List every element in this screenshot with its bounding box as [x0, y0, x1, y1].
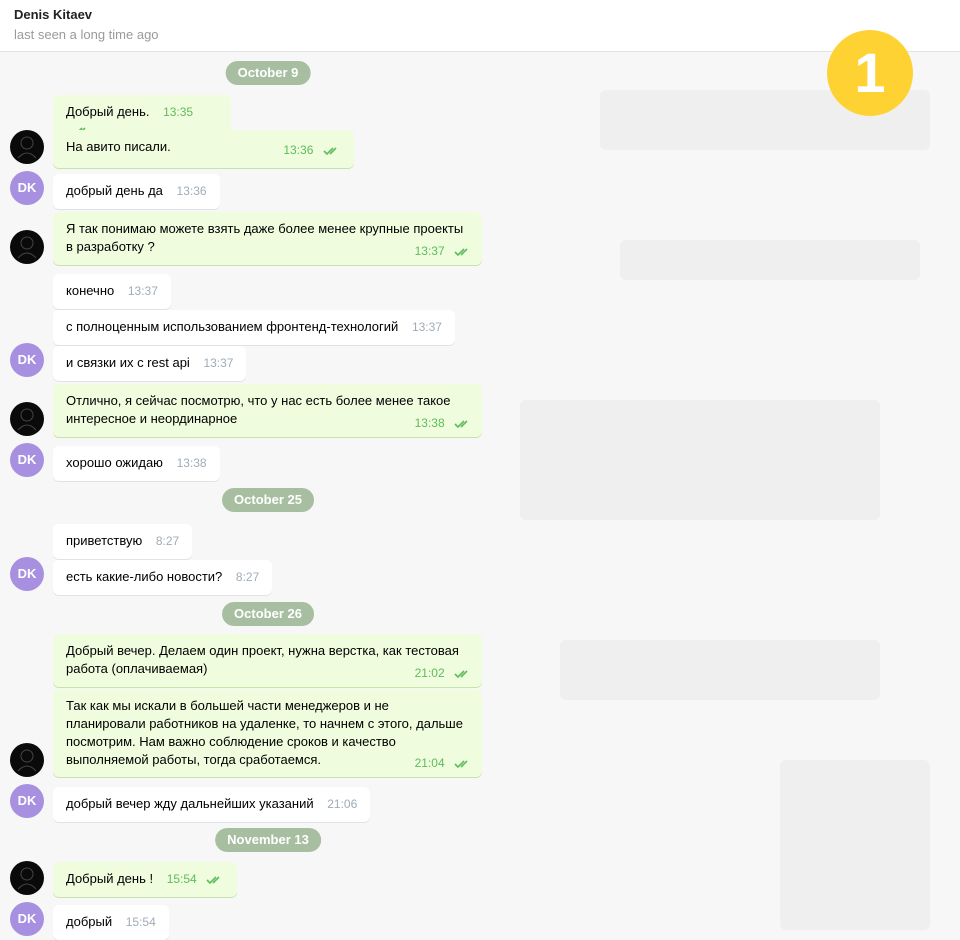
message-bubble-outgoing[interactable]: Отлично, я сейчас посмотрю, что у нас ес…: [53, 384, 482, 437]
message-time: 8:27: [155, 534, 180, 548]
double-check-icon: [454, 670, 468, 678]
avatar-image-icon: [17, 236, 37, 259]
message-text: Добрый день.: [66, 104, 150, 119]
message-text: добрый: [66, 914, 113, 929]
message-time: 13:37: [411, 320, 442, 334]
message-time: 13:38: [176, 456, 207, 470]
chat-header: Denis Kitaev last seen a long time ago: [0, 0, 960, 52]
message-text: Добрый день !: [66, 871, 154, 886]
message-bubble-incoming[interactable]: и связки их с rest api 13:37: [53, 346, 247, 381]
message-text: конечно: [66, 283, 115, 298]
sender-avatar[interactable]: DK: [10, 443, 44, 477]
double-check-icon: [206, 875, 220, 884]
double-check-icon: [454, 760, 468, 768]
message-text: и связки их с rest api: [66, 355, 190, 370]
message-time: 13:37: [203, 356, 234, 370]
message-time: 13:35: [163, 105, 194, 119]
sender-avatar[interactable]: DK: [10, 784, 44, 818]
avatar-image-icon: [17, 867, 37, 890]
message-text: Добрый вечер. Делаем один проект, нужна …: [66, 643, 459, 676]
sender-avatar[interactable]: [10, 130, 44, 164]
message-bubble-incoming[interactable]: конечно 13:37: [53, 274, 171, 309]
message-text: приветствую: [66, 533, 143, 548]
message-bubble-incoming[interactable]: приветствую 8:27: [53, 524, 193, 559]
date-separator: October 26: [222, 602, 314, 626]
message-text: добрый вечер жду дальнейших указаний: [66, 796, 314, 811]
avatar-image-icon: [17, 136, 37, 159]
avatar-image-icon: [17, 749, 37, 772]
message-bubble-incoming[interactable]: с полноценным использованием фронтенд-те…: [53, 310, 455, 345]
message-time: 13:36: [283, 143, 314, 157]
message-bubble-outgoing[interactable]: Добрый день ! 15:54: [53, 862, 238, 897]
last-seen-status: last seen a long time ago: [14, 27, 159, 42]
date-separator: October 9: [225, 61, 311, 85]
message-text: хорошо ожидаю: [66, 455, 163, 470]
message-time: 15:54: [125, 915, 156, 929]
message-time: 13:37: [127, 284, 158, 298]
sender-avatar[interactable]: DK: [10, 902, 44, 936]
message-bubble-incoming[interactable]: добрый день да 13:36: [53, 174, 220, 209]
message-time: 13:36: [176, 184, 207, 198]
message-text: есть какие-либо новости?: [66, 569, 223, 584]
message-text: добрый день да: [66, 183, 163, 198]
message-bubble-incoming[interactable]: добрый 15:54: [53, 905, 169, 940]
double-check-icon: [454, 420, 468, 428]
date-separator: October 25: [222, 488, 314, 512]
date-separator: November 13: [215, 828, 321, 852]
sender-avatar[interactable]: [10, 402, 44, 436]
message-time: 13:38: [414, 416, 445, 430]
sender-avatar[interactable]: DK: [10, 557, 44, 591]
message-bubble-outgoing[interactable]: Добрый вечер. Делаем один проект, нужна …: [53, 634, 482, 687]
double-check-icon: [323, 146, 337, 155]
message-text: На авито писали.: [66, 139, 171, 154]
step-number-badge: 1: [827, 30, 913, 116]
background-decoration: [620, 240, 920, 280]
message-bubble-outgoing[interactable]: Так как мы искали в большей части менедж…: [53, 689, 482, 777]
message-bubble-incoming[interactable]: добрый вечер жду дальнейших указаний 21:…: [53, 787, 371, 822]
sender-avatar[interactable]: DK: [10, 171, 44, 205]
message-time: 8:27: [235, 570, 260, 584]
message-bubble-incoming[interactable]: есть какие-либо новости? 8:27: [53, 560, 273, 595]
message-bubble-outgoing[interactable]: На авито писали. 13:36: [53, 130, 354, 168]
message-text: Так как мы искали в большей части менедж…: [66, 698, 463, 767]
message-bubble-incoming[interactable]: хорошо ожидаю 13:38: [53, 446, 220, 481]
message-text: с полноценным использованием фронтенд-те…: [66, 319, 399, 334]
background-decoration: [560, 640, 880, 700]
message-time: 21:04: [414, 756, 445, 770]
message-time: 21:06: [327, 797, 358, 811]
sender-avatar[interactable]: [10, 743, 44, 777]
sender-avatar[interactable]: [10, 861, 44, 895]
background-decoration: [780, 760, 930, 930]
avatar-image-icon: [17, 408, 37, 431]
sender-avatar[interactable]: DK: [10, 343, 44, 377]
message-text: Я так понимаю можете взять даже более ме…: [66, 221, 464, 254]
background-decoration: [520, 400, 880, 520]
message-time: 13:37: [414, 244, 445, 258]
message-text: Отлично, я сейчас посмотрю, что у нас ес…: [66, 393, 451, 426]
contact-name[interactable]: Denis Kitaev: [14, 7, 92, 22]
message-time: 15:54: [166, 872, 197, 886]
sender-avatar[interactable]: [10, 230, 44, 264]
double-check-icon: [454, 248, 468, 256]
message-time: 21:02: [414, 666, 445, 680]
message-bubble-outgoing[interactable]: Я так понимаю можете взять даже более ме…: [53, 212, 482, 265]
